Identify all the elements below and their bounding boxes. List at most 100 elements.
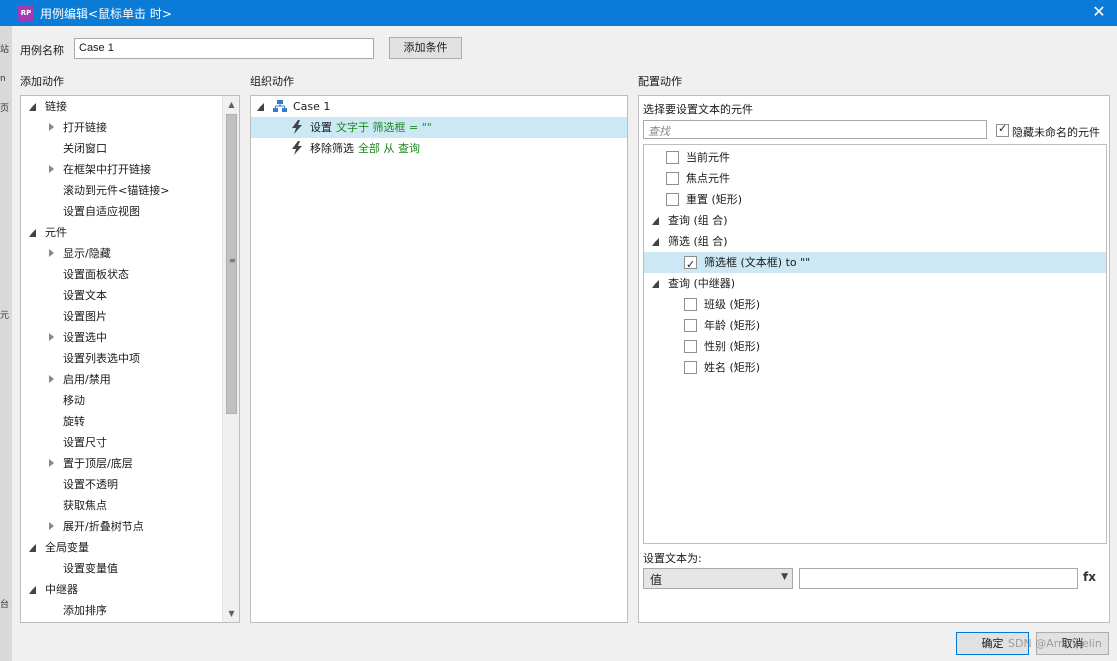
set-text-value-input[interactable] <box>799 568 1078 589</box>
tree-item-label: 姓名 (矩形) <box>704 361 761 374</box>
fx-button[interactable]: fx <box>1083 570 1096 584</box>
tree-item[interactable]: 显示/隐藏 <box>21 243 221 264</box>
collapsed-triangle-icon[interactable] <box>49 249 54 257</box>
tree-item-label: 年龄 (矩形) <box>704 319 761 332</box>
expanded-triangle-icon[interactable] <box>29 586 36 594</box>
tree-item[interactable]: 添加排序 <box>21 600 221 621</box>
ok-button[interactable]: 确定 <box>956 632 1029 655</box>
tree-item-label: 在框架中打开链接 <box>63 163 151 176</box>
tree-item[interactable]: 移动 <box>21 390 221 411</box>
tree-item[interactable]: 滚动到元件<锚链接> <box>21 180 221 201</box>
tree-item[interactable]: 在框架中打开链接 <box>21 159 221 180</box>
widget-checkbox[interactable] <box>684 361 697 374</box>
tree-item[interactable]: 元件 <box>21 222 221 243</box>
collapsed-triangle-icon[interactable] <box>49 333 54 341</box>
window-title: 用例编辑<鼠标单击 时> <box>40 7 172 21</box>
widget-checkbox[interactable] <box>666 172 679 185</box>
action-verb: 设置 <box>310 121 332 134</box>
tree-item[interactable]: 设置自适应视图 <box>21 201 221 222</box>
tree-widget-item[interactable]: 重置 (矩形) <box>644 189 1084 210</box>
title-bar: RP 用例编辑<鼠标单击 时> ✕ <box>0 0 1117 26</box>
set-text-type-select[interactable]: 值 ▼ <box>643 568 793 589</box>
widget-checkbox[interactable] <box>684 254 697 275</box>
tree-widget-item[interactable]: 班级 (矩形) <box>644 294 1084 315</box>
tree-item[interactable]: 设置变量值 <box>21 558 221 579</box>
tree-group-item[interactable]: 查询 (组 合) <box>644 210 1084 231</box>
tree-item[interactable]: 设置面板状态 <box>21 264 221 285</box>
collapsed-triangle-icon[interactable] <box>49 123 54 131</box>
expanded-triangle-icon[interactable] <box>652 280 659 288</box>
expanded-triangle-icon[interactable] <box>652 217 659 225</box>
lightning-icon <box>292 141 302 155</box>
action-detail: 全部 从 查询 <box>358 142 420 155</box>
tree-item[interactable]: 设置图片 <box>21 306 221 327</box>
expanded-triangle-icon[interactable] <box>29 544 36 552</box>
tree-widget-item[interactable]: 焦点元件 <box>644 168 1084 189</box>
close-icon[interactable]: ✕ <box>1089 2 1109 22</box>
case-name-input[interactable]: Case 1 <box>74 38 374 59</box>
tree-widget-item[interactable]: 年龄 (矩形) <box>644 315 1084 336</box>
tree-item[interactable]: 获取焦点 <box>21 495 221 516</box>
expanded-triangle-icon[interactable] <box>29 229 36 237</box>
widget-checkbox[interactable] <box>666 193 679 206</box>
widget-checkbox[interactable] <box>684 340 697 353</box>
tree-group-item[interactable]: 查询 (中继器) <box>644 273 1084 294</box>
bg-fragment: 页 <box>0 104 10 114</box>
expanded-triangle-icon[interactable] <box>257 103 264 111</box>
tree-item-label: 班级 (矩形) <box>704 298 761 311</box>
tree-item-label: 当前元件 <box>686 151 730 164</box>
tree-item-label: 添加排序 <box>63 604 107 617</box>
tree-item[interactable]: 启用/禁用 <box>21 369 221 390</box>
tree-widget-item[interactable]: 姓名 (矩形) <box>644 357 1084 378</box>
widget-checkbox[interactable] <box>666 151 679 164</box>
tree-widget-item[interactable]: 筛选框 (文本框) to "" <box>644 252 1084 275</box>
tree-item[interactable]: 旋转 <box>21 411 221 432</box>
collapsed-triangle-icon[interactable] <box>49 165 54 173</box>
tree-widget-item[interactable]: 当前元件 <box>644 147 1084 168</box>
tree-item[interactable]: 全局变量 <box>21 537 221 558</box>
tree-item-label: 全局变量 <box>45 541 89 554</box>
tree-item[interactable]: 设置文本 <box>21 285 221 306</box>
tree-item-label: 设置选中 <box>63 331 107 344</box>
collapsed-triangle-icon[interactable] <box>49 522 54 530</box>
collapsed-triangle-icon[interactable] <box>49 375 54 383</box>
tree-item-label: 中继器 <box>45 583 78 596</box>
tree-item-label: 设置列表选中项 <box>63 352 140 365</box>
configure-action-title: 配置动作 <box>638 75 682 88</box>
scroll-thumb[interactable]: ≡ <box>226 114 237 414</box>
tree-item-label: 旋转 <box>63 415 85 428</box>
tree-item[interactable]: 设置列表选中项 <box>21 348 221 369</box>
hide-unnamed-checkbox[interactable] <box>996 122 1009 137</box>
tree-item[interactable]: 设置不透明 <box>21 474 221 495</box>
action-detail: 文字于 筛选框 = "" <box>336 121 432 134</box>
action-item-remove-filter[interactable]: 移除筛选 全部 从 查询 <box>291 138 621 159</box>
tree-item[interactable]: 打开链接 <box>21 117 221 138</box>
search-input[interactable]: 查找 <box>643 120 987 139</box>
tree-item-label: 查询 (组 合) <box>668 214 728 227</box>
tree-item[interactable]: 链接 <box>21 96 221 117</box>
vertical-scrollbar[interactable]: ▲ ≡ ▼ <box>222 96 239 622</box>
scroll-down-icon[interactable]: ▼ <box>223 605 239 622</box>
action-item-set-text[interactable]: 设置 文字于 筛选框 = "" <box>291 117 621 138</box>
tree-item[interactable]: 展开/折叠树节点 <box>21 516 221 537</box>
tree-item-label: 元件 <box>45 226 67 239</box>
tree-item[interactable]: 关闭窗口 <box>21 138 221 159</box>
tree-widget-item[interactable]: 性别 (矩形) <box>644 336 1084 357</box>
expanded-triangle-icon[interactable] <box>29 103 36 111</box>
collapsed-triangle-icon[interactable] <box>49 459 54 467</box>
cancel-button[interactable]: 取消 <box>1036 632 1109 655</box>
tree-item[interactable]: 设置选中 <box>21 327 221 348</box>
expanded-triangle-icon[interactable] <box>652 238 659 246</box>
set-text-label: 设置文本为: <box>643 552 702 565</box>
tree-item[interactable]: 设置尺寸 <box>21 432 221 453</box>
case-tree-item[interactable]: Case 1 <box>257 96 617 117</box>
widget-checkbox[interactable] <box>684 319 697 332</box>
widget-checkbox[interactable] <box>684 298 697 311</box>
tree-group-item[interactable]: 筛选 (组 合) <box>644 231 1084 252</box>
scroll-up-icon[interactable]: ▲ <box>223 96 239 113</box>
add-condition-button[interactable]: 添加条件 <box>389 37 462 59</box>
tree-item[interactable]: 中继器 <box>21 579 221 600</box>
tree-item[interactable]: 置于顶层/底层 <box>21 453 221 474</box>
bg-fragment: 元 <box>0 311 10 321</box>
set-text-type-value: 值 <box>650 573 663 587</box>
